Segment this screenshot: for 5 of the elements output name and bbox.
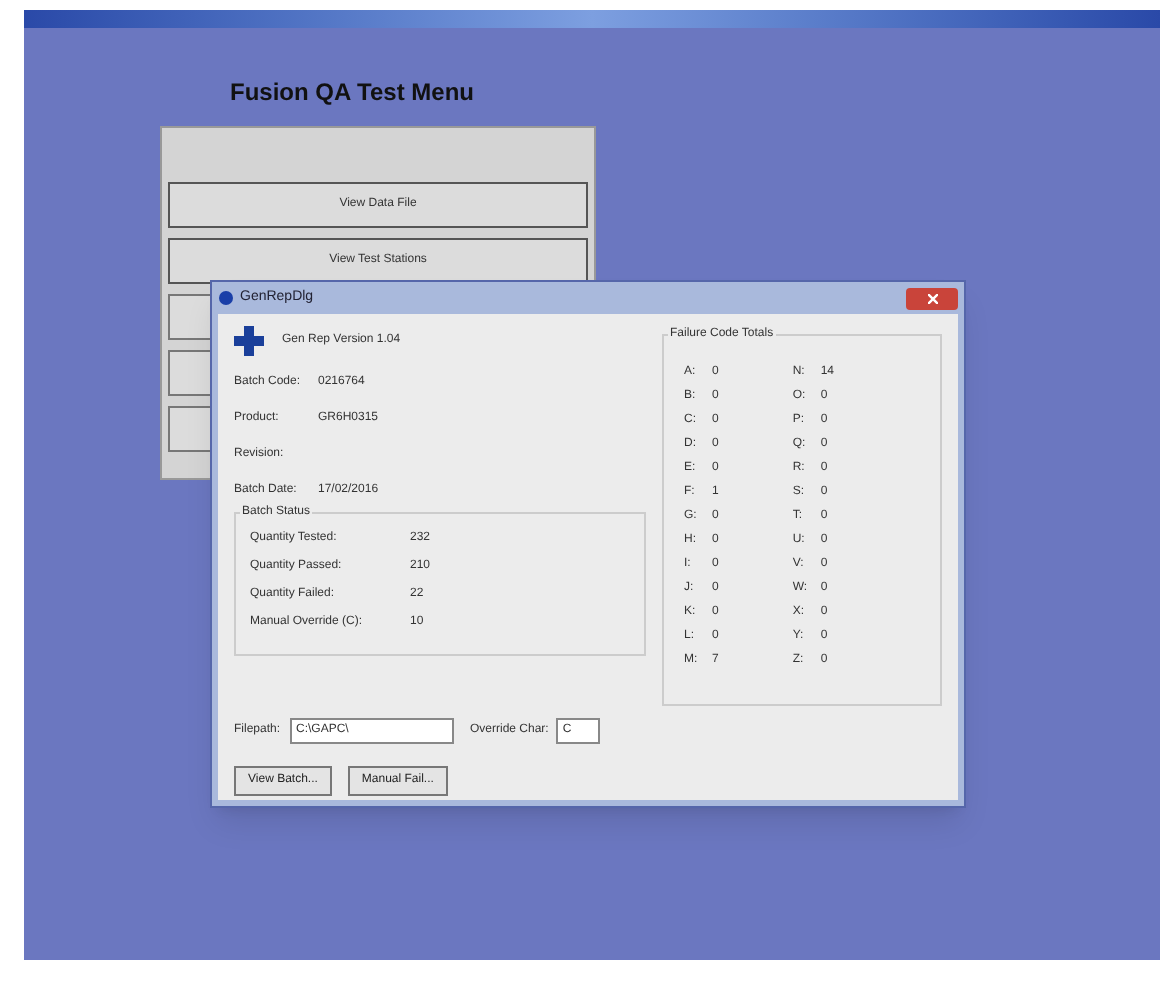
menu-title: Fusion QA Test Menu bbox=[230, 76, 474, 110]
cross-icon bbox=[234, 326, 264, 356]
app-icon bbox=[218, 290, 234, 306]
close-button[interactable] bbox=[906, 287, 958, 309]
close-icon bbox=[927, 293, 937, 303]
